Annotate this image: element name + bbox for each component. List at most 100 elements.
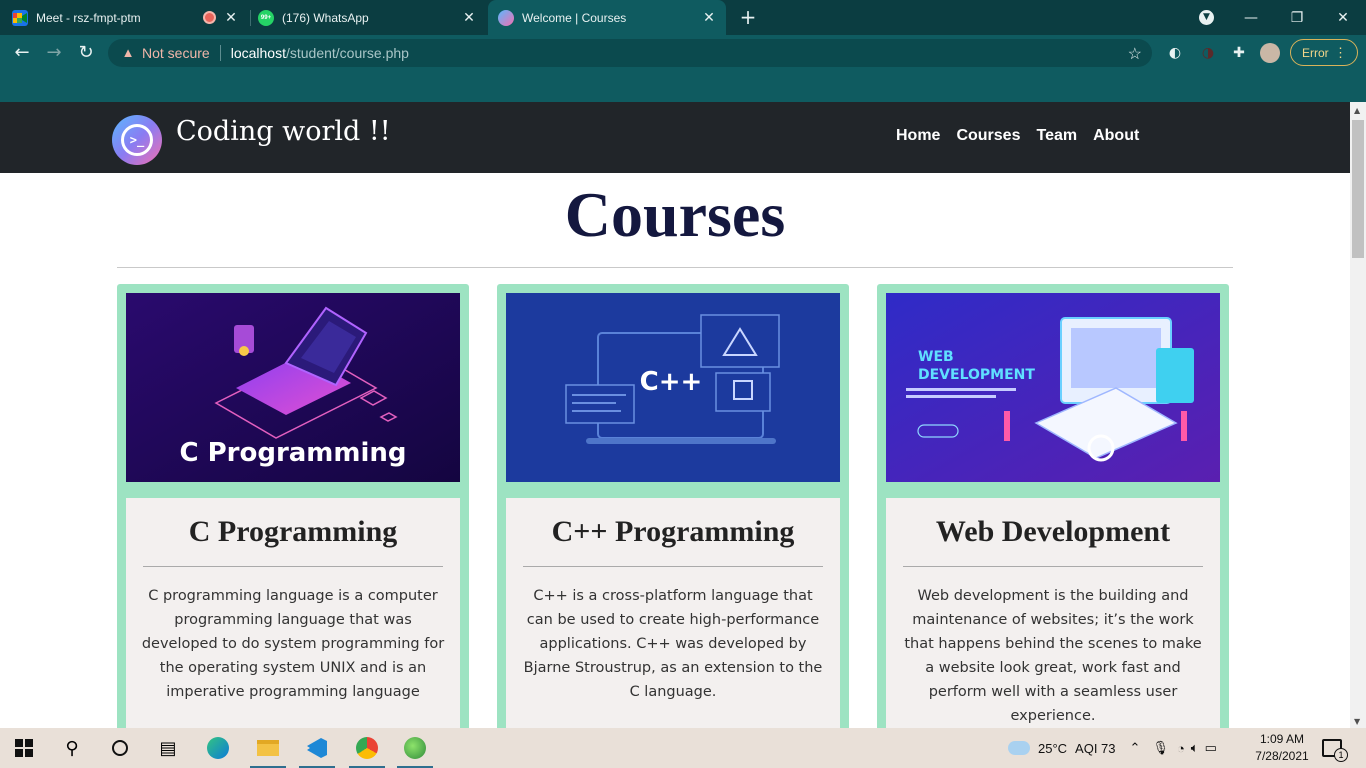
course-card-body: Web Development Web development is the b…	[886, 498, 1220, 728]
close-icon[interactable]: ✕	[462, 10, 476, 24]
course-card: C++ C++ Programming C++ is a cross-platf…	[497, 284, 849, 728]
url-path: /student/course.php	[285, 45, 409, 61]
course-image: C++	[506, 293, 840, 482]
forward-arrow-icon[interactable]: →	[43, 42, 65, 64]
tab-meet[interactable]: Meet - rsz-fmpt-ptm ✕	[12, 0, 248, 35]
profile-error-button[interactable]: Error ⋮	[1290, 39, 1358, 66]
volume-icon[interactable]: 🔈︎	[1191, 740, 1199, 756]
browser-toolbar: ← → ↻ ▲ Not secure localhost /student/co…	[0, 35, 1366, 70]
course-divider	[523, 566, 823, 567]
course-image: C Programming	[126, 293, 460, 482]
tab-meet-title: Meet - rsz-fmpt-ptm	[36, 10, 141, 25]
clock-date: 7/28/2021	[1255, 749, 1309, 763]
browser-tab-bar: Meet - rsz-fmpt-ptm ✕ 99+ (176) WhatsApp…	[0, 0, 1366, 35]
warning-icon: ▲	[121, 45, 135, 60]
edge-icon[interactable]	[206, 736, 230, 760]
course-image-caption: WEB	[918, 349, 954, 365]
tab-separator	[250, 10, 251, 26]
chevron-up-icon[interactable]: ⌃	[1130, 740, 1141, 756]
course-divider	[903, 566, 1203, 567]
course-image-caption: DEVELOPMENT	[918, 367, 1035, 383]
profile-avatar[interactable]	[1260, 43, 1280, 63]
notification-icon[interactable]: 1	[1322, 739, 1348, 762]
vscode-icon[interactable]	[299, 736, 335, 768]
course-description: Web development is the building and main…	[904, 588, 1202, 724]
course-description: C++ is a cross-platform language that ca…	[523, 588, 823, 700]
weather-temp[interactable]: 25°C	[1038, 741, 1067, 756]
restore-button[interactable]: ❐	[1274, 0, 1320, 35]
url-host: localhost	[230, 45, 286, 61]
bookmark-star-icon[interactable]: ☆	[1128, 44, 1142, 64]
extension-icon[interactable]: ◑	[1198, 43, 1218, 63]
nav-courses[interactable]: Courses	[956, 127, 1020, 145]
whatsapp-icon: 99+	[258, 9, 274, 26]
course-card: WEB DEVELOPMENT Web Development Web deve…	[877, 284, 1229, 728]
weather-icon[interactable]	[1008, 741, 1030, 755]
page-scrollbar[interactable]: ▲ ▼	[1350, 102, 1366, 728]
scroll-down-icon[interactable]: ▼	[1354, 717, 1360, 726]
course-description: C programming language is a computer pro…	[141, 588, 445, 700]
close-icon[interactable]: ✕	[702, 10, 716, 24]
cortana-icon[interactable]	[108, 736, 132, 760]
new-tab-button[interactable]: +	[738, 7, 758, 27]
course-title: C++ Programming	[551, 515, 795, 548]
address-bar[interactable]: ▲ Not secure localhost /student/course.p…	[108, 39, 1152, 67]
course-card-body: C Programming C programming language is …	[126, 498, 460, 728]
tab-whatsapp[interactable]: 99+ (176) WhatsApp ✕	[258, 0, 486, 35]
course-title: Web Development	[935, 515, 1171, 548]
security-label[interactable]: Not secure	[142, 45, 210, 61]
wifi-icon[interactable]: ◔	[1177, 741, 1185, 756]
site-menu: Home Courses Team About	[896, 127, 1139, 145]
site-navbar: >_ Coding world !! Home Courses Team Abo…	[0, 102, 1350, 173]
scrollbar-thumb[interactable]	[1352, 120, 1364, 258]
aqi-label[interactable]: AQI 73	[1075, 741, 1115, 756]
battery-icon[interactable]: ▭	[1205, 740, 1217, 756]
microphone-icon[interactable]: 🎙︎	[1152, 740, 1169, 756]
taskbar-clock[interactable]: 1:09 AM 7/28/2021	[1248, 731, 1316, 765]
menu-dots-icon[interactable]: ⋮	[1334, 45, 1347, 61]
profile-error-label: Error	[1302, 45, 1329, 60]
recording-icon	[203, 11, 216, 24]
file-explorer-icon[interactable]	[250, 736, 286, 768]
page-title: Courses	[564, 179, 786, 250]
system-tray: 25°C AQI 73 ⌃ 🎙︎ ◔ 🔈︎ ▭	[1008, 728, 1217, 768]
course-card: C Programming C Programming C programmin…	[117, 284, 469, 728]
nav-about[interactable]: About	[1093, 127, 1139, 145]
nav-home[interactable]: Home	[896, 127, 940, 145]
course-card-body: C++ Programming C++ is a cross-platform …	[506, 498, 840, 728]
course-divider	[143, 566, 443, 567]
course-image-caption: C++	[639, 367, 703, 397]
close-window-button[interactable]: ✕	[1320, 0, 1366, 35]
extension-icon[interactable]: ◐	[1165, 43, 1185, 63]
chrome-icon[interactable]	[349, 736, 385, 768]
site-brand[interactable]: Coding world !!	[176, 116, 391, 147]
course-title: C Programming	[188, 515, 398, 548]
minimize-button[interactable]: —	[1228, 0, 1274, 35]
page-viewport: >_ Coding world !! Home Courses Team Abo…	[0, 102, 1350, 728]
windows-taskbar: ⚲ ▤ 25°C AQI 73 ⌃ 🎙︎ ◔ 🔈︎ ▭ 1:09 AM 7/28…	[0, 728, 1366, 768]
back-arrow-icon[interactable]: ←	[11, 42, 33, 64]
tab-search-icon[interactable]: ▼	[1199, 10, 1214, 25]
notification-count: 1	[1334, 748, 1348, 762]
course-image: WEB DEVELOPMENT	[886, 293, 1220, 482]
extensions-puzzle-icon[interactable]: ✚	[1229, 43, 1249, 63]
search-icon[interactable]: ⚲	[60, 736, 84, 760]
wamp-icon[interactable]	[397, 736, 433, 768]
scroll-up-icon[interactable]: ▲	[1354, 106, 1360, 115]
reload-icon[interactable]: ↻	[75, 42, 97, 64]
windows-start-icon[interactable]	[12, 736, 36, 760]
terminal-icon: >_	[121, 124, 153, 156]
course-image-caption: C Programming	[179, 438, 407, 468]
browser-chrome-band	[0, 70, 1366, 102]
tab-whatsapp-title: (176) WhatsApp	[282, 10, 369, 25]
site-logo[interactable]: >_	[112, 115, 162, 165]
google-meet-icon	[12, 9, 28, 26]
tab-courses-title: Welcome | Courses	[522, 10, 627, 25]
close-icon[interactable]: ✕	[224, 10, 238, 24]
omnibox-divider	[219, 45, 221, 61]
clock-time: 1:09 AM	[1259, 732, 1305, 746]
site-favicon	[498, 9, 514, 26]
tab-courses[interactable]: Welcome | Courses ✕	[488, 0, 726, 35]
task-view-icon[interactable]: ▤	[156, 736, 180, 760]
nav-team[interactable]: Team	[1036, 127, 1077, 145]
